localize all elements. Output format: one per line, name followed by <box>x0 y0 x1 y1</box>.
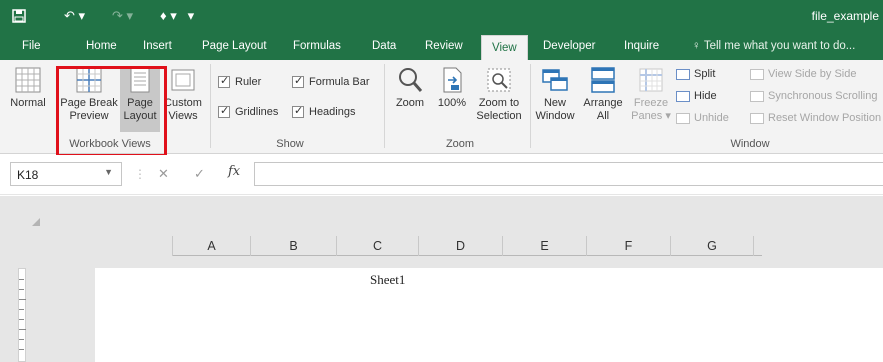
custom-views-icon <box>171 69 195 91</box>
customize-qat-icon[interactable]: ♦ ▾ ▾ <box>160 6 194 26</box>
tab-insert[interactable]: Insert <box>143 32 172 60</box>
select-all-corner[interactable] <box>32 218 40 226</box>
ruler-checkbox[interactable]: Ruler <box>218 74 261 88</box>
cancel-icon[interactable]: ✕ <box>158 166 169 182</box>
checkbox-checked <box>218 74 230 88</box>
column-header-c[interactable]: C <box>336 236 418 256</box>
arrange-all-icon <box>591 67 615 93</box>
arrange-all-button[interactable]: Arrange All <box>580 66 626 123</box>
synchronous-scrolling-button[interactable]: Synchronous Scrolling <box>750 90 877 102</box>
zoom-to-selection-icon <box>487 68 511 92</box>
group-divider <box>210 64 211 148</box>
hide-button[interactable]: Hide <box>676 90 717 102</box>
window-title: file_example <box>811 9 879 23</box>
hide-icon <box>676 90 690 102</box>
freeze-panes-button[interactable]: Freeze Panes ▾ <box>630 66 672 123</box>
new-window-button[interactable]: New Window <box>534 66 576 123</box>
chevron-down-icon[interactable]: ▼ <box>104 167 113 177</box>
page-header-text[interactable]: Sheet1 <box>370 272 405 288</box>
group-label-window: Window <box>730 138 770 150</box>
worksheet-area: A B C D E F G Sheet1 <box>0 196 883 362</box>
checkbox-checked <box>292 104 304 118</box>
formula-input[interactable] <box>254 162 883 186</box>
normal-view-icon <box>15 67 41 93</box>
side-by-side-icon <box>750 68 764 80</box>
tab-formulas[interactable]: Formulas <box>293 32 341 60</box>
column-header-b[interactable]: B <box>250 236 336 256</box>
lightbulb-icon: ♀ <box>692 40 704 52</box>
column-headers: A B C D E F G <box>172 236 762 256</box>
normal-view-button[interactable]: Normal <box>4 66 52 110</box>
undo-icon[interactable]: ↶ ▾ <box>64 6 85 26</box>
headings-checkbox[interactable]: Headings <box>292 104 355 118</box>
zoom-to-selection-button[interactable]: Zoom to Selection <box>472 66 526 123</box>
column-header-e[interactable]: E <box>502 236 586 256</box>
group-label-show: Show <box>276 138 304 150</box>
tab-data[interactable]: Data <box>372 32 396 60</box>
tab-review[interactable]: Review <box>425 32 463 60</box>
title-bar: ↶ ▾ ↷ ▾ ♦ ▾ ▾ file_example <box>0 0 883 32</box>
formula-bar-checkbox[interactable]: Formula Bar <box>292 74 370 88</box>
tab-inquire[interactable]: Inquire <box>624 32 659 60</box>
new-window-icon <box>542 69 568 91</box>
zoom-button[interactable]: Zoom <box>390 66 430 110</box>
vertical-ruler <box>18 268 26 362</box>
split-button[interactable]: Split <box>676 68 715 80</box>
tab-file[interactable]: File <box>22 32 41 60</box>
group-divider <box>384 64 385 148</box>
checkbox-checked <box>218 104 230 118</box>
formula-bar: K18 ▼ ⋮ ✕ ✓ fx <box>0 155 883 195</box>
custom-views-button[interactable]: Custom Views <box>161 66 205 123</box>
zoom-100-icon <box>443 67 462 93</box>
insert-function-icon[interactable]: fx <box>228 164 240 179</box>
gridlines-checkbox[interactable]: Gridlines <box>218 104 278 118</box>
tell-me-search[interactable]: ♀ Tell me what you want to do... <box>692 32 855 60</box>
tab-page-layout[interactable]: Page Layout <box>202 32 267 60</box>
checkbox-checked <box>292 74 304 88</box>
column-header-d[interactable]: D <box>418 236 502 256</box>
formula-bar-grip[interactable]: ⋮ <box>134 167 146 181</box>
sync-scroll-icon <box>750 90 764 102</box>
tab-home[interactable]: Home <box>86 32 117 60</box>
freeze-panes-icon <box>639 68 663 92</box>
redo-icon: ↷ ▾ <box>112 8 134 23</box>
group-label-zoom: Zoom <box>445 138 475 150</box>
reset-position-icon <box>750 112 764 124</box>
column-header-f[interactable]: F <box>586 236 670 256</box>
unhide-button[interactable]: Unhide <box>676 112 729 124</box>
tab-view[interactable]: View <box>481 35 528 60</box>
column-header-a[interactable]: A <box>172 236 250 256</box>
unhide-icon <box>676 112 690 124</box>
zoom-100-button[interactable]: 100% <box>434 66 470 110</box>
column-header-g[interactable]: G <box>670 236 754 256</box>
page-layout-sheet[interactable] <box>95 268 883 362</box>
group-divider <box>530 64 531 148</box>
reset-window-position-button[interactable]: Reset Window Position <box>750 112 881 124</box>
magnifier-icon <box>399 68 423 92</box>
enter-icon[interactable]: ✓ <box>194 166 205 182</box>
highlight-box <box>56 66 167 157</box>
save-icon[interactable] <box>12 6 26 26</box>
split-icon <box>676 68 690 80</box>
tab-developer[interactable]: Developer <box>543 32 595 60</box>
ribbon-tabs: File Home Insert Page Layout Formulas Da… <box>0 32 883 60</box>
view-side-by-side-button[interactable]: View Side by Side <box>750 68 856 80</box>
name-box[interactable]: K18 ▼ <box>10 162 122 186</box>
